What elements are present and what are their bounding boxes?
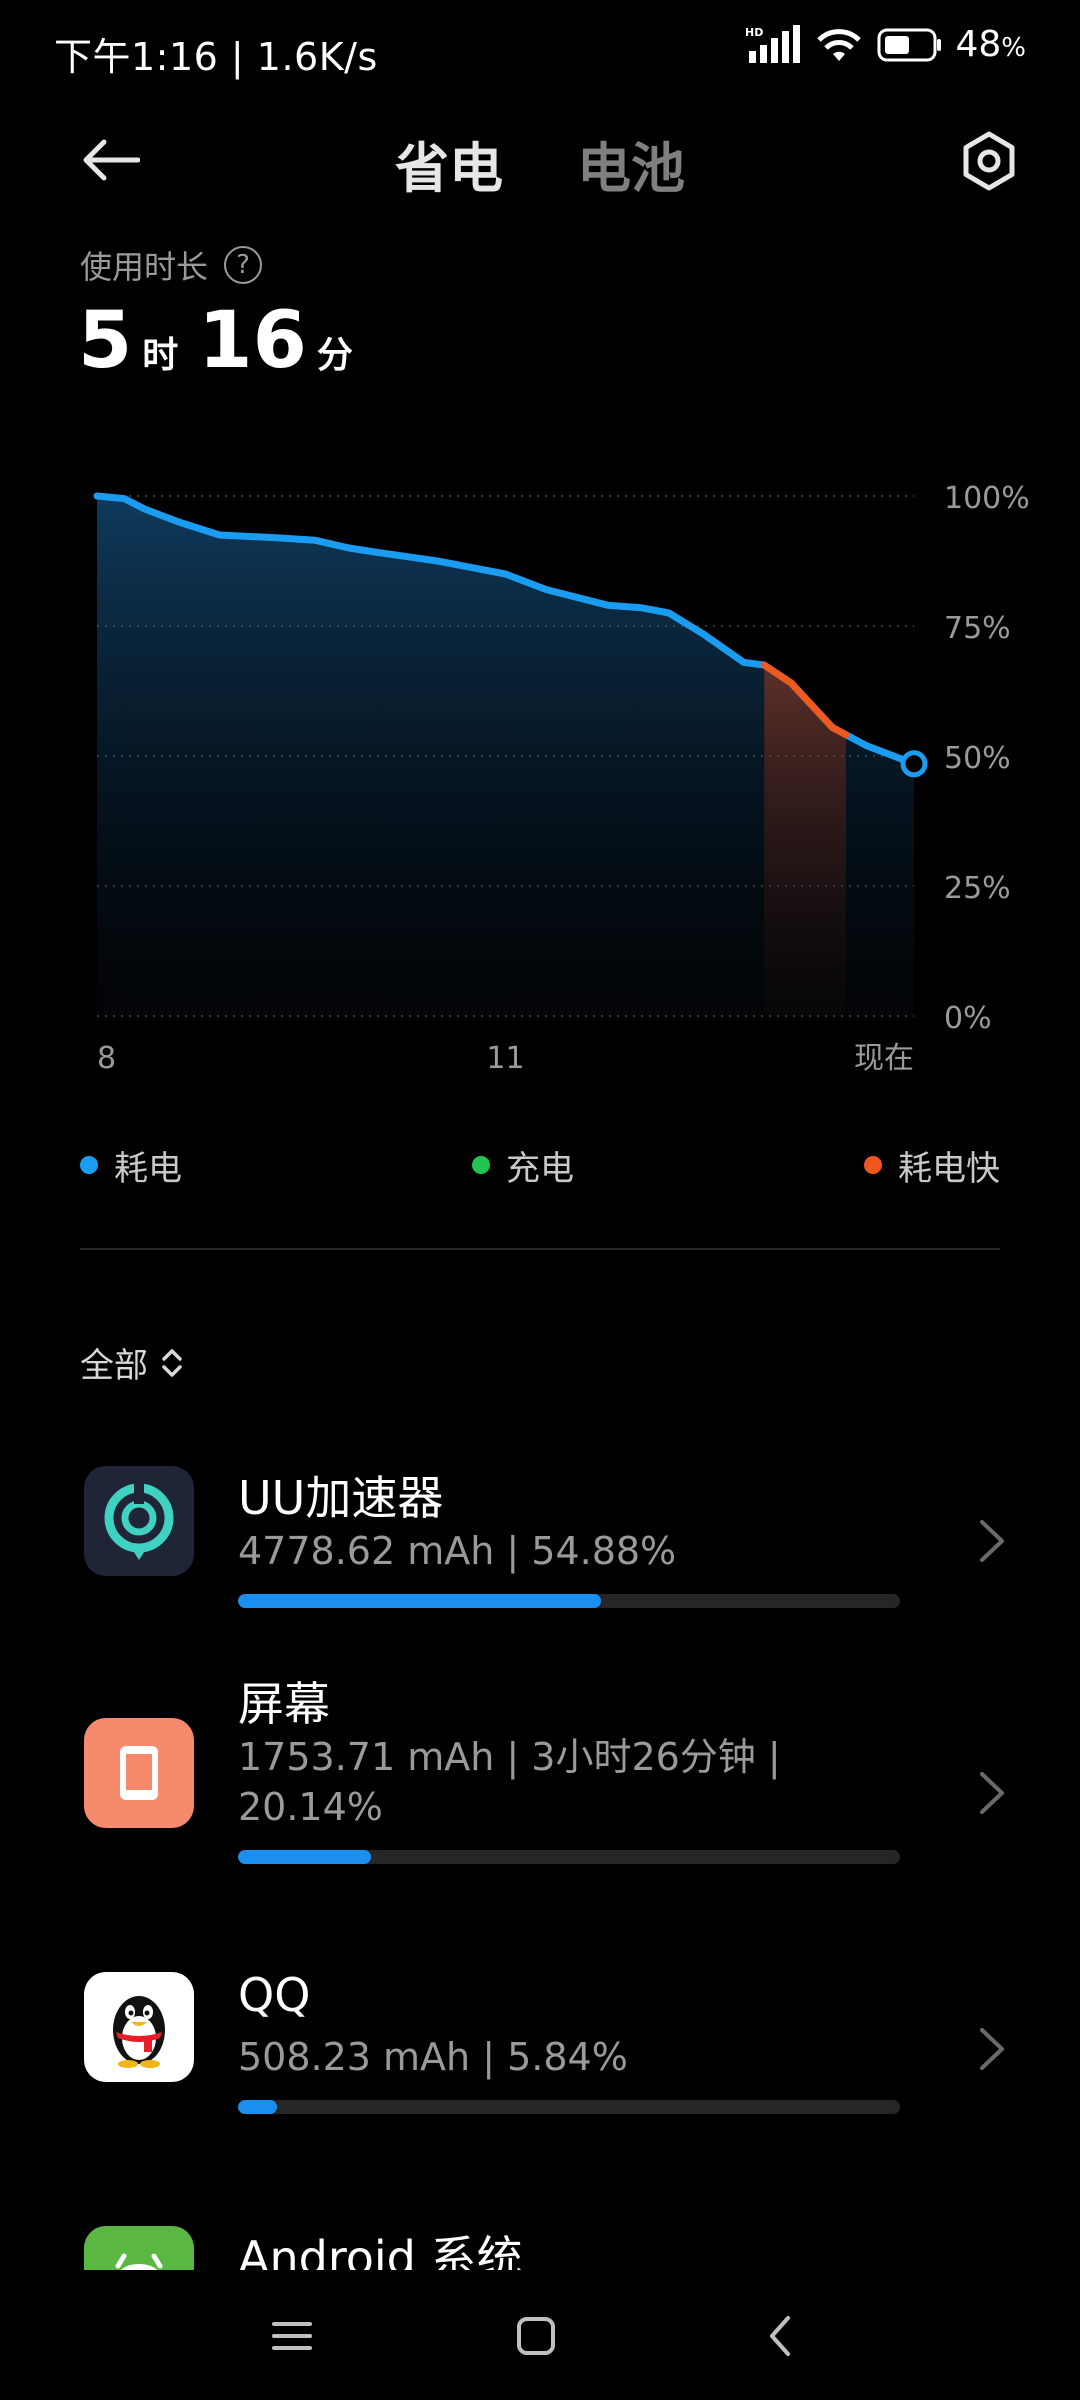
usage-hours: 5 bbox=[78, 296, 133, 386]
navigation-bar bbox=[0, 2270, 1080, 2400]
status-time-speed: 下午1:16 | 1.6K/s bbox=[54, 35, 378, 79]
usage-progress-fill bbox=[238, 1850, 372, 1864]
app-usage-info: 508.23 mAh | 5.84% bbox=[238, 2035, 628, 2079]
uu-accelerator-icon bbox=[84, 1466, 194, 1576]
back-chevron-icon[interactable] bbox=[752, 2306, 812, 2366]
y-tick-label: 75% bbox=[944, 611, 1011, 646]
usage-progress-bar bbox=[238, 1850, 900, 1864]
filter-dropdown[interactable]: 全部 bbox=[80, 1338, 184, 1387]
battery-icon bbox=[877, 28, 942, 61]
x-tick-label: 现在 bbox=[854, 1041, 914, 1076]
android-icon bbox=[84, 2226, 194, 2270]
current-level-marker bbox=[900, 750, 928, 778]
chart-svg: 100% 75% 50% 25% 0% 8 11 现在 bbox=[93, 481, 1030, 1076]
app-usage-list: UU加速器 4778.62 mAh | 54.88% 屏幕 1753.71 mA… bbox=[0, 1440, 1080, 2270]
app-name: 屏幕 bbox=[238, 1677, 330, 1731]
filter-label: 全部 bbox=[80, 1346, 148, 1386]
settings-icon[interactable] bbox=[956, 128, 1022, 194]
chart-legend: 耗电 充电 耗电快 bbox=[80, 1140, 1000, 1190]
usage-progress-bar bbox=[238, 2100, 900, 2114]
tab-battery[interactable]: 电池 bbox=[577, 124, 685, 203]
qq-penguin-icon bbox=[84, 1972, 194, 2082]
battery-percent: 48% bbox=[955, 24, 1026, 65]
x-tick-label: 8 bbox=[97, 1041, 116, 1076]
screen-icon bbox=[84, 1718, 194, 1828]
legend-item-consumption: 耗电 bbox=[80, 1141, 182, 1190]
y-tick-label: 25% bbox=[944, 871, 1011, 906]
tab-power-saving[interactable]: 省电 bbox=[395, 124, 503, 203]
usage-duration-label: 使用时长 ? bbox=[80, 242, 263, 288]
usage-progress-bar bbox=[238, 1594, 900, 1608]
status-icons: HD 48% bbox=[745, 24, 1026, 65]
app-name: QQ bbox=[238, 1968, 311, 2022]
header: 省电 电池 bbox=[0, 110, 1080, 210]
usage-minutes-unit: 分 bbox=[316, 335, 353, 376]
hd-label: HD bbox=[745, 26, 763, 39]
y-tick-label: 100% bbox=[944, 481, 1030, 516]
app-usage-info: 1753.71 mAh | 3小时26分钟 | 20.14% bbox=[238, 1735, 781, 1829]
x-tick-label: 11 bbox=[486, 1041, 524, 1076]
list-item-uu[interactable]: UU加速器 4778.62 mAh | 54.88% bbox=[0, 1440, 1080, 1640]
list-item-android[interactable]: Android 系统 bbox=[0, 2222, 1080, 2270]
legend-item-charging: 充电 bbox=[472, 1141, 574, 1190]
divider bbox=[80, 1248, 1000, 1250]
usage-minutes: 16 bbox=[198, 296, 307, 386]
chevron-right-icon bbox=[980, 1772, 1004, 1814]
tab-bar: 省电 电池 bbox=[0, 124, 1080, 203]
legend-item-fast-drain: 耗电快 bbox=[864, 1141, 1000, 1190]
usage-progress-fill bbox=[238, 2100, 277, 2114]
legend-dot bbox=[80, 1156, 98, 1174]
y-tick-label: 0% bbox=[944, 1001, 992, 1036]
chevron-right-icon bbox=[980, 2028, 1004, 2070]
usage-hours-unit: 时 bbox=[142, 335, 179, 376]
help-icon[interactable]: ? bbox=[224, 246, 263, 284]
app-name: UU加速器 bbox=[238, 1471, 444, 1525]
status-bar: 下午1:16 | 1.6K/s HD 48% bbox=[0, 0, 1080, 100]
menu-icon[interactable] bbox=[262, 2306, 322, 2366]
chevron-right-icon bbox=[980, 1520, 1004, 1562]
home-icon[interactable] bbox=[506, 2306, 566, 2366]
usage-progress-fill bbox=[238, 1594, 602, 1608]
app-name: Android 系统 bbox=[238, 2231, 523, 2270]
list-item-screen[interactable]: 屏幕 1753.71 mAh | 3小时26分钟 | 20.14% bbox=[0, 1668, 1080, 1908]
sort-updown-icon bbox=[162, 1348, 182, 1377]
cell-signal-icon: HD bbox=[745, 24, 801, 63]
list-item-qq[interactable]: QQ 508.23 mAh | 5.84% bbox=[0, 1968, 1080, 2168]
fast-drain-area bbox=[764, 665, 846, 1016]
usage-duration-value: 5 时 16 分 bbox=[78, 296, 363, 386]
legend-dot bbox=[864, 1156, 882, 1174]
legend-dot bbox=[472, 1156, 490, 1174]
battery-level-chart: 100% 75% 50% 25% 0% 8 11 现在 bbox=[0, 460, 1080, 1100]
app-usage-info: 4778.62 mAh | 54.88% bbox=[238, 1529, 677, 1573]
y-tick-label: 50% bbox=[944, 741, 1011, 776]
wifi-icon bbox=[817, 28, 862, 61]
